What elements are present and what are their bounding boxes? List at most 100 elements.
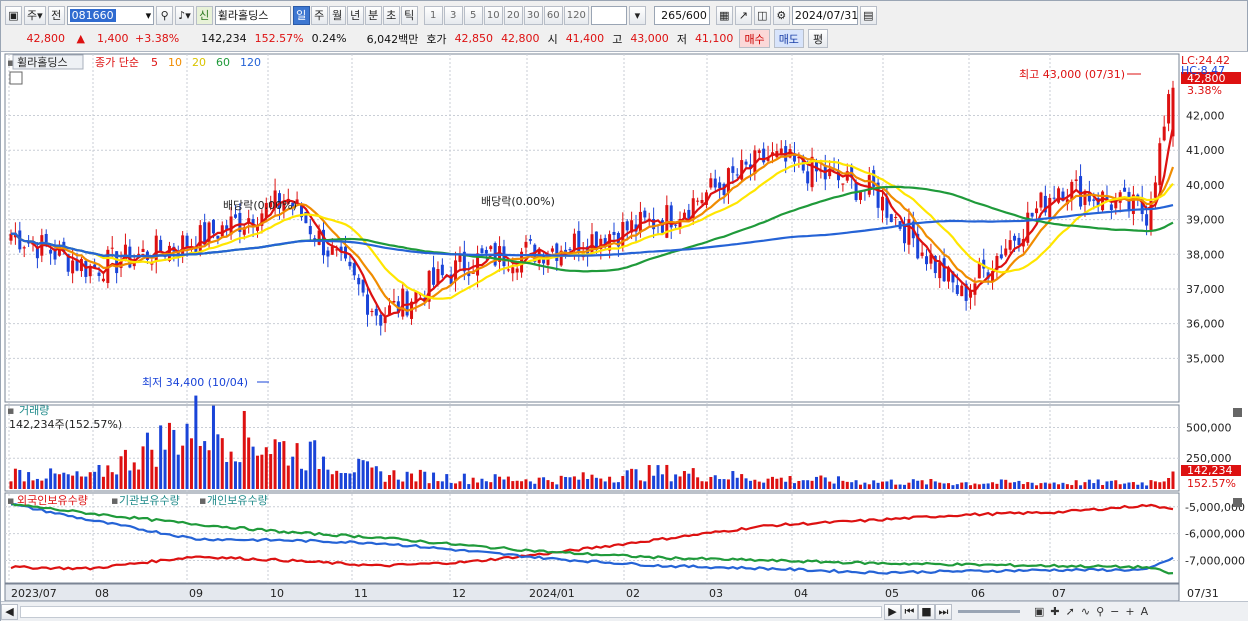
candle-body — [1145, 214, 1149, 226]
scroll-right-icon[interactable]: ▶ — [884, 603, 901, 620]
sound-icon[interactable]: ♪▾ — [175, 5, 194, 25]
candle-body — [687, 209, 691, 219]
interval-tab-120[interactable]: 120 — [563, 5, 589, 25]
volume-bar — [405, 471, 409, 489]
stock-code-input[interactable]: 081660 ▾ — [66, 5, 155, 25]
volume-bar — [1162, 481, 1166, 489]
volume-bar — [700, 481, 704, 489]
price-y-tick: 42,000 — [1186, 110, 1225, 123]
candle-body — [735, 174, 739, 176]
interval-input[interactable] — [590, 5, 627, 25]
date-input[interactable]: 2024/07/31 — [791, 5, 858, 25]
chart-type-icon[interactable]: ▦ — [715, 5, 733, 25]
calendar-icon[interactable]: ▤ — [859, 5, 877, 25]
volume-bar — [18, 469, 22, 489]
count-input[interactable]: 265/600 — [653, 5, 710, 25]
first-page-icon[interactable]: ⏮ — [901, 603, 918, 620]
volume-bar — [216, 434, 220, 489]
volume-bar — [814, 476, 818, 489]
volume-bar — [506, 476, 510, 489]
candle-body — [22, 247, 26, 249]
period-tab-5[interactable]: 초 — [382, 5, 400, 25]
volume-bar — [1052, 482, 1056, 489]
volume-bar — [128, 470, 132, 489]
volume-bar — [876, 482, 880, 489]
volume-bar — [247, 437, 251, 489]
volume-bar — [1136, 484, 1140, 489]
gear-icon[interactable]: ⚙ — [772, 5, 790, 25]
period-tab-1[interactable]: 주 — [310, 5, 328, 25]
volume-bar — [1127, 482, 1131, 489]
volume-bar — [581, 472, 585, 489]
foreign-legend: 외국인보유수량 — [17, 494, 88, 507]
volume-bar — [722, 479, 726, 489]
save-icon[interactable]: ◫ — [753, 5, 771, 25]
zoom-in-icon[interactable]: + — [1125, 605, 1134, 618]
period-prefix-button[interactable]: 전 — [47, 5, 65, 25]
interval-dropdown-icon[interactable]: ▾ — [628, 5, 646, 25]
volume-bar — [154, 466, 158, 489]
volume-bar — [31, 480, 35, 489]
search-icon[interactable]: ⚲ — [156, 5, 174, 25]
cross-tool-icon[interactable]: ✚ — [1050, 605, 1059, 618]
draw-tool-icon[interactable]: ↗ — [734, 5, 752, 25]
box-tool-icon[interactable]: ▣ — [1034, 605, 1044, 618]
up-arrow-icon: ▲ — [76, 32, 85, 45]
volume-bar — [1039, 483, 1043, 489]
volume-bar — [304, 470, 308, 489]
line-tool-icon[interactable]: ➚ — [1066, 605, 1075, 618]
zoom-slider[interactable] — [958, 610, 1020, 613]
buy-button[interactable]: 매수 — [739, 29, 770, 48]
period-tab-4[interactable]: 분 — [364, 5, 382, 25]
period-tab-2[interactable]: 월 — [328, 5, 346, 25]
chart-area[interactable]: 2023/07 08 09 10 11 12 2024/01 02 03 04 05 06 07 07/3… — [1, 51, 1248, 602]
interval-tab-20[interactable]: 20 — [503, 5, 523, 25]
volume-bar — [599, 478, 603, 489]
volume-bar — [344, 473, 348, 489]
market-select[interactable]: 주 ▾ — [24, 5, 46, 25]
period-tab-0[interactable]: 일 — [292, 5, 310, 25]
quote-bar: 42,800 ▲ 1,400 +3.38% 142,234 152.57% 0.… — [1, 28, 1248, 49]
volume-bar — [489, 482, 493, 489]
panel-config-icon — [9, 71, 23, 85]
volume-bar — [1061, 482, 1065, 489]
interval-tab-3[interactable]: 3 — [443, 5, 463, 25]
interval-tab-60[interactable]: 60 — [543, 5, 563, 25]
font-size-icon[interactable]: A — [1141, 605, 1149, 618]
volume-bar — [916, 480, 920, 489]
period-tab-3[interactable]: 년 — [346, 5, 364, 25]
interval-tab-10[interactable]: 10 — [483, 5, 503, 25]
volume-bar — [845, 481, 849, 489]
volume-bar — [255, 455, 259, 489]
volume-bar — [141, 446, 145, 489]
magnify-tool-icon[interactable]: ⚲ — [1096, 605, 1104, 618]
sell-button[interactable]: 매도 — [773, 29, 804, 48]
volume-bar — [264, 447, 268, 489]
scroll-left-icon[interactable]: ◀ — [1, 603, 18, 620]
interval-tab-5[interactable]: 5 — [463, 5, 483, 25]
candle-body — [506, 269, 510, 271]
zoom-out-icon[interactable]: − — [1110, 605, 1119, 618]
wave-tool-icon[interactable]: ∿ — [1081, 605, 1090, 618]
candle-body — [198, 225, 202, 254]
candle-body — [84, 260, 88, 277]
last-page-icon[interactable]: ⏭ — [935, 603, 952, 620]
stop-icon[interactable]: ■ — [918, 603, 935, 620]
volume-bar — [603, 481, 607, 489]
volume-bar — [528, 481, 532, 489]
volume-value-label: 142,234주(152.57%) — [9, 418, 122, 431]
interval-tab-30[interactable]: 30 — [523, 5, 543, 25]
window-menu-icon[interactable]: ▣ — [5, 5, 22, 25]
volume-bar — [273, 439, 277, 489]
credit-badge: 신 — [195, 5, 213, 25]
average-button[interactable]: 평 — [807, 29, 829, 48]
volume-bar — [1021, 484, 1025, 489]
volume-bar — [678, 476, 682, 489]
candle-body — [101, 278, 105, 282]
interval-tab-1[interactable]: 1 — [423, 5, 443, 25]
x-tick-label: 09 — [189, 587, 203, 600]
volume-bar — [977, 484, 981, 489]
x-tick-label: 2024/01 — [529, 587, 575, 600]
period-tab-6[interactable]: 틱 — [400, 5, 418, 25]
horizontal-scrollbar[interactable] — [20, 605, 882, 618]
